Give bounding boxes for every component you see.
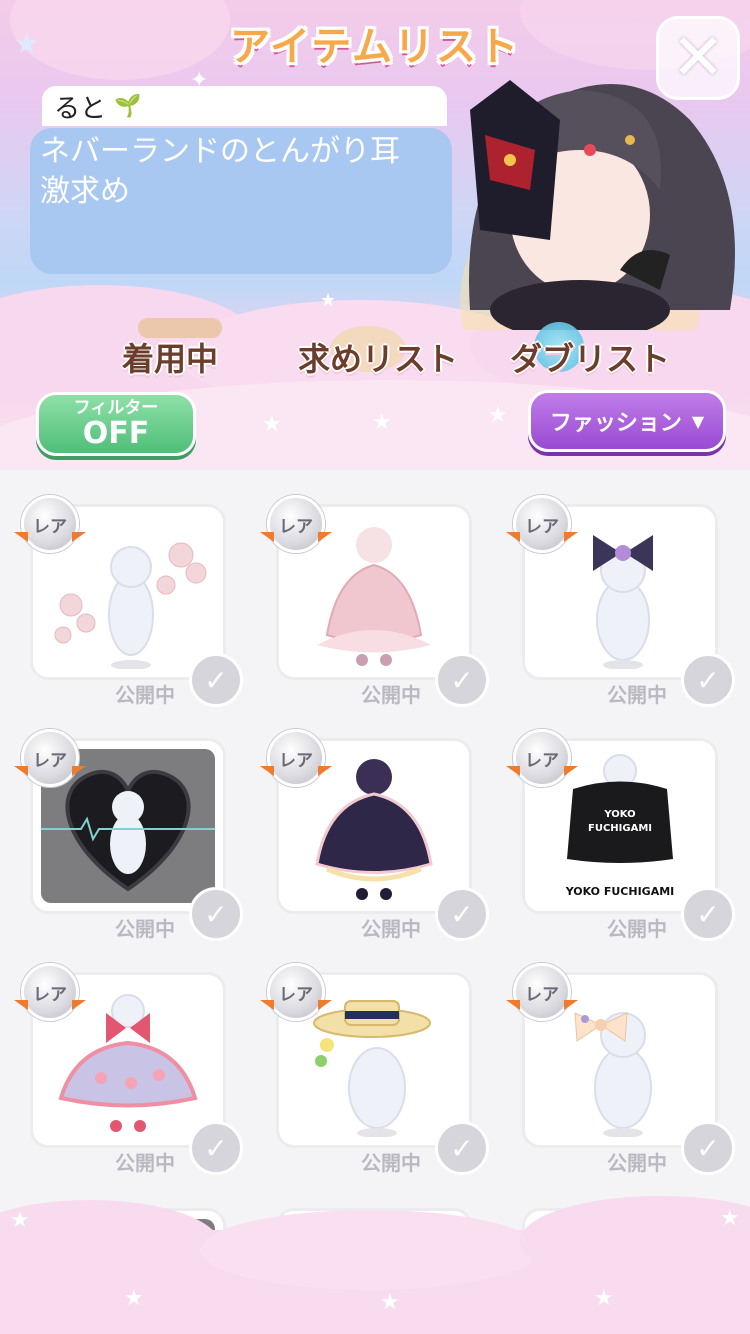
rare-badge: レア — [14, 963, 86, 1021]
check-icon: ✓ — [189, 887, 243, 941]
star-icon: ★ — [488, 403, 508, 428]
category-dropdown[interactable]: ファッション ▼ — [528, 390, 726, 452]
star-icon: ★ — [262, 412, 282, 437]
star-icon: ★ — [320, 290, 337, 311]
rare-badge: レア — [506, 495, 578, 553]
rare-badge: レア — [506, 729, 578, 787]
rare-badge: レア — [14, 495, 86, 553]
rare-badge: レア — [506, 963, 578, 1021]
check-icon: ✓ — [681, 1121, 735, 1175]
check-icon: ✓ — [435, 1121, 489, 1175]
sprout-icon: 🌱 — [114, 93, 142, 119]
check-icon: ✓ — [189, 653, 243, 707]
star-icon: ★ — [372, 410, 392, 435]
star-icon: ★ — [720, 1206, 740, 1231]
item-card[interactable]: レア 公開中 ✓ — [260, 729, 489, 941]
status-label: 公開中 — [361, 1151, 421, 1175]
rare-badge: レア — [260, 495, 332, 553]
hoodie-print-line1: YOKO — [603, 809, 635, 820]
status-label: 公開中 — [361, 683, 421, 707]
item-card[interactable]: レア 公開中 ✓ — [260, 963, 489, 1175]
status-label: 公開中 — [607, 1151, 667, 1175]
hoodie-print-line2: FUCHIGAMI — [588, 823, 652, 834]
item-card[interactable]: レア 公開中 ✓ — [506, 495, 735, 707]
close-icon: ✕ — [671, 21, 725, 95]
user-comment: ネバーランドのとんがり耳 激求め — [30, 128, 452, 274]
close-button[interactable]: ✕ — [656, 16, 740, 100]
rare-badge: レア — [14, 729, 86, 787]
status-label: 公開中 — [115, 1151, 175, 1175]
user-name: ると — [54, 93, 107, 124]
category-label: ファッション — [549, 411, 682, 436]
item-card[interactable]: YOKO FUCHIGAMI YOKO FUCHIGAMI レア 公開中 ✓ — [506, 729, 735, 941]
item-grid: レア 公開中 ✓ レア 公開中 ✓ レア 公開中 ✓ レア 公開中 ✓ レア 公… — [0, 470, 750, 1250]
item-caption: YOKO FUCHIGAMI — [565, 885, 675, 898]
rare-badge: レア — [260, 729, 332, 787]
header-panel: ★ ✦ ★ ★ ★ ★ アイテムリスト ✕ ると 🌱 ネバーランドのとんがり耳 … — [0, 0, 750, 470]
rare-badge: レア — [260, 963, 332, 1021]
check-icon: ✓ — [435, 887, 489, 941]
filter-state: OFF — [82, 416, 150, 451]
item-card[interactable]: レア 公開中 ✓ — [260, 495, 489, 707]
item-card[interactable]: レア 公開中 ✓ — [14, 729, 243, 941]
status-label: 公開中 — [607, 917, 667, 941]
star-icon: ★ — [124, 1286, 144, 1311]
chevron-down-icon: ▼ — [691, 411, 705, 431]
item-card[interactable]: レア 公開中 ✓ — [14, 963, 243, 1175]
item-card[interactable]: レア 公開中 ✓ — [506, 963, 735, 1175]
status-label: 公開中 — [361, 917, 421, 941]
item-card[interactable]: レア 公開中 ✓ — [14, 495, 243, 707]
status-label: 公開中 — [607, 683, 667, 707]
check-icon: ✓ — [681, 653, 735, 707]
star-icon: ★ — [380, 1290, 400, 1315]
status-label: 公開中 — [115, 683, 175, 707]
tab-wearing[interactable]: 着用中 — [122, 334, 218, 380]
filter-button[interactable]: フィルター OFF — [36, 392, 196, 456]
tab-wish-list[interactable]: 求めリスト — [298, 334, 458, 380]
check-icon: ✓ — [435, 653, 489, 707]
page-title: アイテムリスト — [230, 24, 520, 70]
status-label: 公開中 — [115, 917, 175, 941]
star-icon: ★ — [10, 1208, 30, 1233]
user-name-box: ると 🌱 — [42, 86, 447, 126]
tab-duplicate-list[interactable]: ダブリスト — [510, 334, 670, 380]
star-icon: ★ — [594, 1286, 614, 1311]
check-icon: ✓ — [189, 1121, 243, 1175]
filter-label: フィルター — [73, 398, 159, 418]
footer-clouds: ★ ★ ★ ★ ★ — [0, 1196, 750, 1334]
check-icon: ✓ — [681, 887, 735, 941]
